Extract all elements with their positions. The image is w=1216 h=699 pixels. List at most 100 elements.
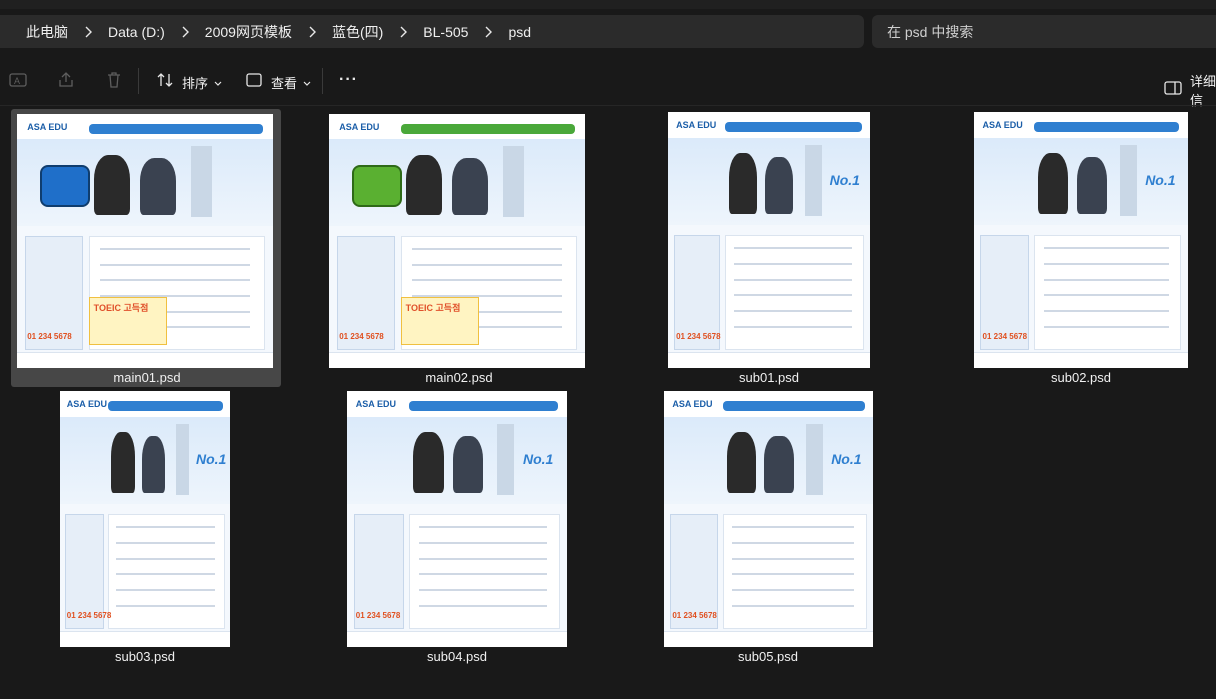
text-line (732, 526, 855, 529)
file-thumbnail[interactable]: ASA EDU No.1 01 234 5678 (668, 112, 870, 368)
breadcrumb-2009-templates[interactable]: 2009网页模板 (199, 22, 298, 42)
delete-icon[interactable] (105, 71, 123, 89)
thumb-nav (724, 122, 862, 133)
thumb-banner: No.1 (974, 137, 1188, 225)
sort-button[interactable]: 排序 (156, 71, 222, 94)
search-input[interactable]: 在 psd 中搜索 (872, 15, 1216, 48)
person-illustration (413, 432, 444, 494)
text-line (733, 310, 852, 313)
thumb-nav (1033, 122, 1180, 133)
breadcrumb-bl-505[interactable]: BL-505 (417, 24, 474, 40)
phone-number: 01 234 5678 (672, 611, 717, 621)
thumb-banner: No.1 (347, 416, 567, 504)
chevron-right-icon[interactable] (171, 26, 199, 38)
view-icon (245, 71, 263, 94)
thumb-content (724, 234, 864, 350)
thumb-footer (60, 630, 230, 647)
view-button[interactable]: 查看 (245, 71, 311, 94)
text-line (1043, 325, 1169, 328)
text-line (418, 541, 548, 544)
thumb-banner: No.1 (668, 137, 870, 225)
text-line (732, 573, 855, 576)
chevron-right-icon[interactable] (74, 26, 102, 38)
person-illustration (726, 432, 756, 494)
thumb-content (107, 513, 226, 629)
thumb-logo: ASA EDU (66, 398, 107, 409)
tower-illustration (1119, 144, 1137, 216)
thumb-footer (347, 630, 567, 647)
share-icon[interactable] (57, 71, 75, 89)
thumb-content (1033, 234, 1182, 350)
file-thumbnail[interactable]: ASA EDU No.1 01 234 5678 (664, 391, 873, 647)
file-thumbnail[interactable]: ASA EDU TOEIC 고득점 01 234 5678 (17, 114, 273, 368)
file-thumbnail[interactable]: ASA EDU No.1 01 234 5678 (60, 391, 230, 647)
chevron-right-icon[interactable] (298, 26, 326, 38)
person-illustration (1038, 153, 1069, 215)
person-illustration (139, 158, 176, 216)
text-line (1043, 294, 1169, 297)
person-illustration (111, 432, 135, 494)
no1-graphic: No.1 (831, 451, 862, 468)
file-name[interactable]: sub01.psd (639, 370, 899, 385)
no1-graphic: No.1 (829, 172, 860, 189)
thumb-footer (664, 630, 873, 647)
tower-illustration (175, 423, 190, 495)
tv-illustration (352, 165, 403, 208)
text-line (733, 278, 852, 281)
thumb-nav (107, 401, 224, 412)
file-name[interactable]: sub02.psd (951, 370, 1211, 385)
sort-icon (156, 71, 174, 94)
text-line (115, 589, 215, 592)
person-illustration (452, 435, 484, 494)
thumb-logo: ASA EDU (27, 121, 68, 132)
text-line (100, 248, 250, 251)
thumb-logo: ASA EDU (982, 119, 1023, 130)
thumb-banner: No.1 (664, 416, 873, 504)
text-line (1043, 262, 1169, 265)
text-line (1043, 278, 1169, 281)
title-strip (0, 0, 1216, 9)
address-bar[interactable]: 此电脑 Data (D:) 2009网页模板 蓝色(四) BL-505 psd (0, 15, 864, 48)
text-line (115, 541, 215, 544)
toeic-banner: TOEIC 고득점 (88, 296, 168, 345)
file-thumbnail[interactable]: ASA EDU TOEIC 고득점 01 234 5678 (329, 114, 585, 368)
tower-illustration (496, 423, 515, 495)
tv-illustration (40, 165, 91, 208)
thumb-logo: ASA EDU (339, 121, 380, 132)
chevron-right-icon[interactable] (389, 26, 417, 38)
search-placeholder: 在 psd 中搜索 (887, 23, 974, 40)
text-line (100, 263, 250, 266)
file-thumbnail[interactable]: ASA EDU No.1 01 234 5678 (974, 112, 1188, 368)
file-thumbnail[interactable]: ASA EDU No.1 01 234 5678 (347, 391, 567, 647)
breadcrumb-data-drive[interactable]: Data (D:) (102, 24, 171, 40)
details-pane-button[interactable]: 详细信 (1164, 71, 1216, 109)
text-line (732, 541, 855, 544)
thumb-footer (17, 351, 273, 368)
file-name[interactable]: main02.psd (329, 370, 589, 385)
phone-number: 01 234 5678 (66, 611, 112, 621)
thumb-footer (974, 351, 1188, 368)
file-name[interactable]: sub04.psd (327, 649, 587, 664)
details-pane-icon (1164, 79, 1182, 102)
person-illustration (764, 435, 794, 494)
file-name[interactable]: main01.psd (17, 370, 277, 385)
tower-illustration (806, 423, 823, 495)
file-name[interactable]: sub03.psd (15, 649, 275, 664)
svg-text:A: A (14, 76, 20, 86)
breadcrumb-blue-4[interactable]: 蓝色(四) (326, 22, 389, 42)
breadcrumb-psd[interactable]: psd (502, 24, 537, 40)
tower-illustration (805, 144, 822, 216)
breadcrumb-this-pc[interactable]: 此电脑 (0, 22, 74, 42)
chevron-right-icon[interactable] (474, 26, 502, 38)
file-name[interactable]: sub05.psd (638, 649, 898, 664)
chevron-down-icon (303, 74, 311, 92)
text-line (115, 573, 215, 576)
person-illustration (405, 154, 442, 216)
person-illustration (451, 158, 488, 216)
toeic-text: TOEIC 고득점 (93, 302, 149, 313)
more-icon: ··· (339, 71, 358, 88)
person-illustration (93, 154, 130, 216)
more-options-button[interactable]: ··· (339, 71, 358, 89)
rename-icon[interactable]: A (9, 71, 27, 89)
thumb-banner (329, 139, 585, 226)
